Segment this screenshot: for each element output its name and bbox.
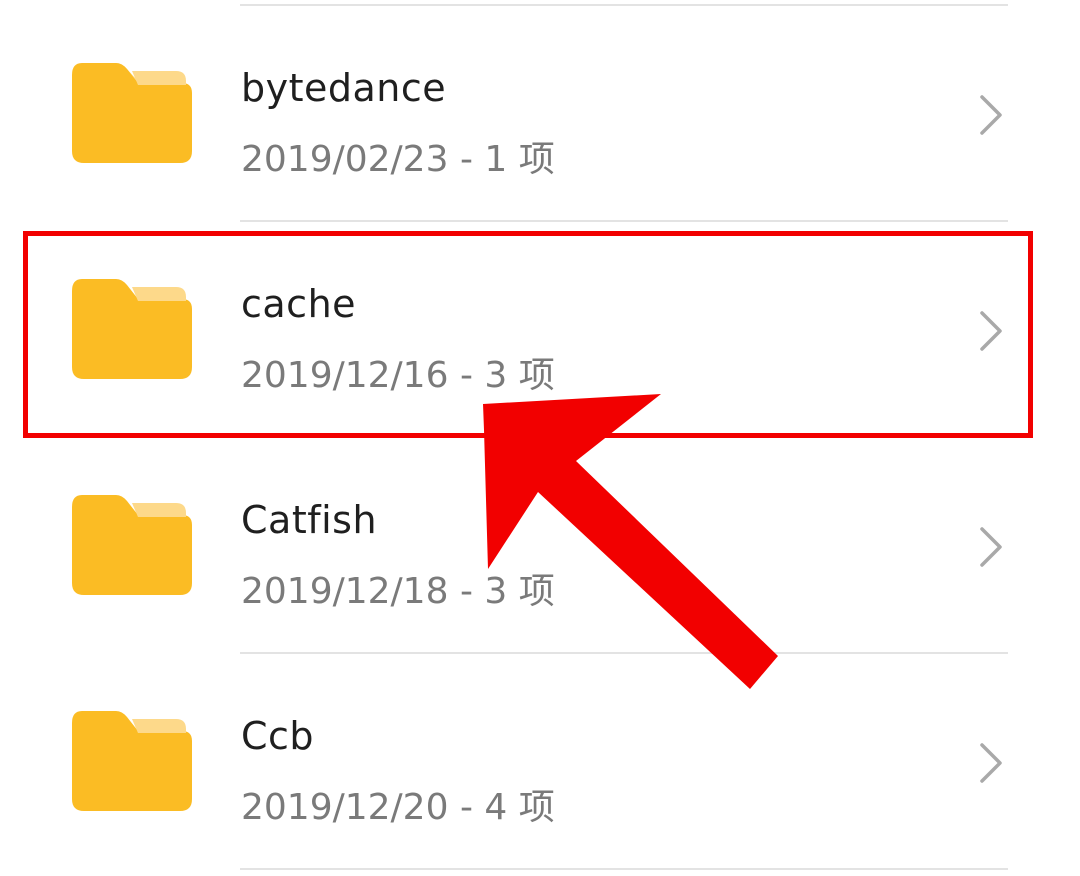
list-divider bbox=[240, 868, 1008, 870]
folder-item-count: 3 项 bbox=[484, 571, 555, 612]
folder-name: bytedance bbox=[241, 66, 447, 110]
folder-meta: 2019/12/18 - 3 项 bbox=[241, 562, 555, 614]
folder-icon bbox=[72, 279, 192, 379]
folder-item-count: 4 项 bbox=[484, 787, 555, 828]
folder-row-ccb[interactable]: Ccb 2019/12/20 - 4 项 bbox=[0, 654, 1080, 868]
folder-meta: 2019/02/23 - 1 项 bbox=[241, 130, 555, 182]
folder-date: 2019/02/23 bbox=[241, 139, 449, 180]
folder-icon bbox=[72, 63, 192, 163]
folder-name: Ccb bbox=[241, 714, 315, 758]
folder-item-count: 3 项 bbox=[484, 355, 555, 396]
meta-separator: - bbox=[459, 787, 473, 828]
meta-separator: - bbox=[459, 571, 473, 612]
folder-item-count: 1 项 bbox=[484, 139, 555, 180]
folder-date: 2019/12/20 bbox=[241, 787, 449, 828]
folder-date: 2019/12/16 bbox=[241, 355, 449, 396]
folder-date: 2019/12/18 bbox=[241, 571, 449, 612]
chevron-right-icon bbox=[972, 741, 1008, 785]
chevron-right-icon bbox=[972, 525, 1008, 569]
folder-icon bbox=[72, 711, 192, 811]
meta-separator: - bbox=[459, 139, 473, 180]
folder-meta: 2019/12/16 - 3 项 bbox=[241, 346, 555, 398]
folder-meta: 2019/12/20 - 4 项 bbox=[241, 778, 555, 830]
folder-name: cache bbox=[241, 282, 357, 326]
meta-separator: - bbox=[459, 355, 473, 396]
folder-name: Catfish bbox=[241, 498, 378, 542]
folder-icon bbox=[72, 495, 192, 595]
folder-row-catfish[interactable]: Catfish 2019/12/18 - 3 项 bbox=[0, 438, 1080, 652]
folder-row-cache[interactable]: cache 2019/12/16 - 3 项 bbox=[0, 222, 1080, 436]
chevron-right-icon bbox=[972, 309, 1008, 353]
folder-row-bytedance[interactable]: bytedance 2019/02/23 - 1 项 bbox=[0, 6, 1080, 220]
chevron-right-icon bbox=[972, 93, 1008, 137]
